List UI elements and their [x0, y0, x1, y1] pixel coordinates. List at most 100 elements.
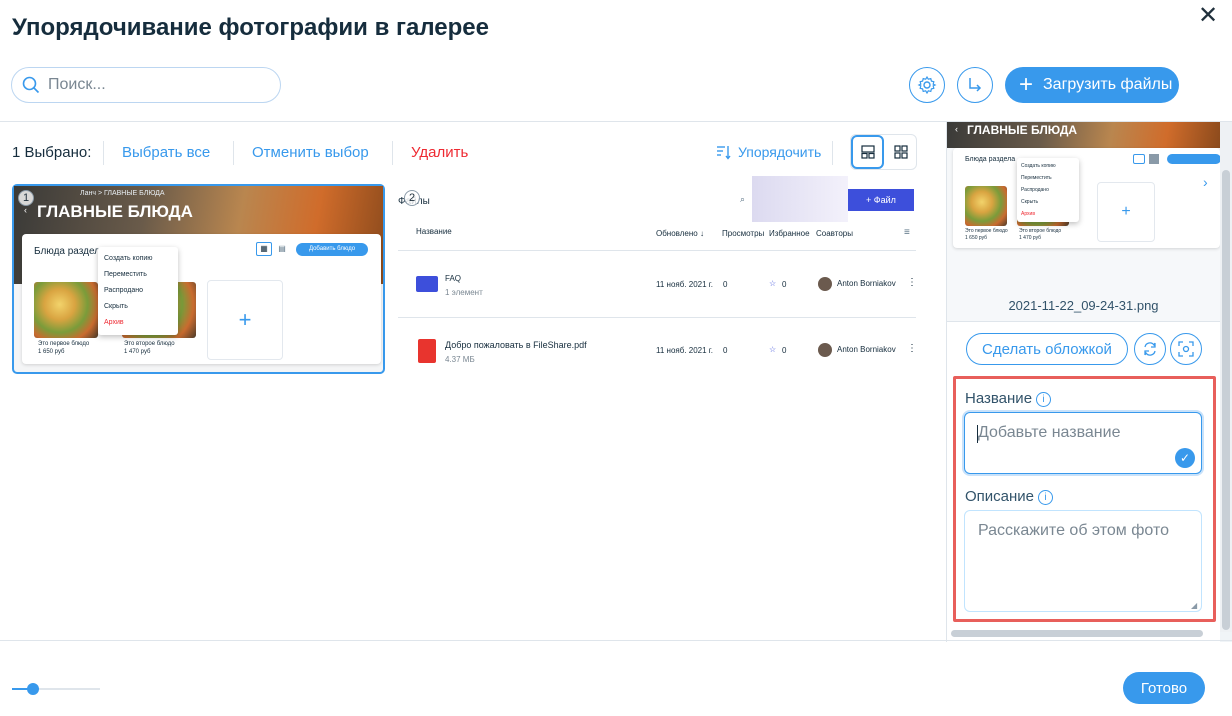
- name-label-text: Название: [965, 390, 1033, 407]
- set-cover-button[interactable]: Сделать обложкой: [966, 333, 1128, 365]
- add-dish-button: Добавить блюдо: [296, 243, 368, 256]
- search-box[interactable]: [11, 67, 281, 103]
- column-updated: Обновлено ↓: [656, 229, 704, 238]
- pdf-icon: [418, 339, 436, 363]
- dish-image: [34, 282, 98, 338]
- sort-label: Упорядочить: [738, 144, 822, 160]
- row-author: Anton Borniakov: [837, 345, 896, 354]
- description-label: Описание i: [965, 488, 1054, 505]
- star-icon: ☆: [769, 345, 777, 354]
- zoom-slider-handle[interactable]: [27, 683, 39, 695]
- plus-icon: +: [1019, 71, 1034, 98]
- sort-button[interactable]: Упорядочить: [716, 144, 821, 160]
- chevron-right-icon[interactable]: ›: [1203, 174, 1208, 190]
- dish-name: Это второе блюдо: [1019, 228, 1062, 234]
- replace-button[interactable]: [1134, 333, 1166, 365]
- add-dish-card: +: [207, 280, 283, 360]
- small-grid-icon: [893, 145, 908, 159]
- description-placeholder: Расскажите об этом фото: [978, 522, 1169, 539]
- dish-price: 1 650 руб: [965, 235, 988, 241]
- selected-count: 1 Выбрано:: [12, 144, 92, 161]
- gallery-thumbnail-2[interactable]: Файлы 2 ⌕ + Файл Название Обновлено ↓ Пр…: [398, 176, 918, 374]
- done-button[interactable]: Готово: [1123, 672, 1205, 704]
- column-collaborators: Соавторы: [816, 229, 853, 238]
- thumbnail-breadcrumb: Ланч > ГЛАВНЫЕ БЛЮДА: [80, 190, 165, 197]
- filter-icon: ≡: [904, 227, 910, 238]
- menu-item-move: Переместить: [1021, 175, 1052, 181]
- row-views: 0: [723, 346, 728, 355]
- resize-handle-icon[interactable]: ◢: [1191, 601, 1197, 610]
- menu-item-hide: Скрыть: [1021, 199, 1039, 205]
- search-input[interactable]: [48, 74, 268, 96]
- row-updated: 11 нояб. 2021 г.: [656, 346, 713, 355]
- preview-card: Блюда раздела Это первое блюдо 1 650 руб…: [953, 148, 1221, 248]
- menu-item-move: Переместить: [104, 271, 147, 278]
- horizontal-scrollbar[interactable]: [951, 630, 1203, 637]
- select-all-link[interactable]: Выбрать все: [122, 144, 210, 161]
- row-meta: 1 элемент: [445, 288, 483, 297]
- export-button[interactable]: [957, 67, 993, 103]
- delete-link[interactable]: Удалить: [411, 144, 468, 161]
- menu-item-copy: Создать копию: [1021, 163, 1056, 169]
- dish-name: Это первое блюдо: [965, 228, 1008, 234]
- more-icon: ⋮: [907, 343, 917, 354]
- page-title: Упорядочивание фотографии в галерее: [12, 14, 489, 41]
- column-views: Просмотры: [722, 229, 765, 238]
- table-divider: [398, 250, 916, 251]
- divider: [832, 141, 833, 165]
- menu-item-sold-out: Распродано: [1021, 187, 1049, 193]
- gear-icon: [917, 75, 937, 95]
- upload-files-button[interactable]: + Загрузить файлы: [1005, 67, 1179, 103]
- menu-item-hide: Скрыть: [104, 303, 128, 310]
- list-icon: ▤: [278, 244, 286, 253]
- section-title: Блюда раздела: [34, 246, 106, 257]
- info-icon[interactable]: i: [1038, 490, 1054, 505]
- divider: [233, 141, 234, 165]
- scrollbar-thumb[interactable]: [1222, 170, 1230, 630]
- dish-price: 1 650 руб: [38, 349, 65, 355]
- list-icon: [1149, 154, 1159, 164]
- row-views: 0: [723, 280, 728, 289]
- column-name: Название: [416, 227, 452, 236]
- file-name: 2021-11-22_09-24-31.png: [1008, 298, 1159, 313]
- settings-button[interactable]: [909, 67, 945, 103]
- preview-heading: ГЛАВНЫЕ БЛЮДА: [967, 123, 1078, 137]
- replace-icon: [1144, 342, 1156, 356]
- search-icon: [22, 76, 40, 94]
- name-input[interactable]: Добавьте название ✓: [964, 412, 1202, 474]
- row-name: Добро пожаловать в FileShare.pdf: [445, 340, 587, 350]
- menu-item-copy: Создать копию: [104, 255, 153, 262]
- add-dish-card: +: [1097, 182, 1155, 242]
- avatar: [818, 277, 832, 291]
- search-icon: ⌕: [740, 194, 746, 204]
- description-textarea[interactable]: Расскажите об этом фото ◢: [964, 510, 1202, 612]
- small-grid-view-button[interactable]: [884, 135, 917, 169]
- preview-area: ‹ ГЛАВНЫЕ БЛЮДА Блюда раздела Это первое…: [947, 122, 1221, 322]
- footer-divider: [0, 640, 1232, 641]
- chevron-left-icon: ‹: [24, 205, 27, 215]
- grid-icon: ▦: [256, 242, 272, 256]
- large-grid-icon: [860, 145, 875, 159]
- large-grid-view-button[interactable]: [851, 135, 884, 169]
- dish-image: [965, 186, 1007, 226]
- row-author: Anton Borniakov: [837, 279, 896, 288]
- view-toggle: [850, 134, 917, 170]
- deselect-link[interactable]: Отменить выбор: [252, 144, 369, 161]
- share-arrow-icon: [969, 78, 982, 92]
- dish-price: 1 470 руб: [124, 349, 151, 355]
- dish-price: 1 470 руб: [1019, 235, 1042, 241]
- name-placeholder: Добавьте название: [978, 424, 1121, 441]
- crop-button[interactable]: [1170, 333, 1202, 365]
- close-icon[interactable]: ✕: [1196, 4, 1220, 28]
- check-icon: ✓: [1175, 448, 1195, 468]
- more-icon: ⋮: [907, 277, 917, 288]
- chevron-left-icon: ‹: [955, 124, 958, 134]
- info-icon[interactable]: i: [1036, 392, 1052, 407]
- divider: [103, 141, 104, 165]
- column-favorites: Избранное: [769, 229, 810, 238]
- table-divider: [398, 317, 916, 318]
- selection-badge: 2: [404, 190, 420, 206]
- gallery-thumbnail-1[interactable]: Ланч > ГЛАВНЫЕ БЛЮДА ‹ ГЛАВНЫЕ БЛЮДА 1 Б…: [12, 184, 385, 374]
- upload-label: Загрузить файлы: [1043, 76, 1173, 93]
- thumbnail-heading: ГЛАВНЫЕ БЛЮДА: [37, 202, 193, 221]
